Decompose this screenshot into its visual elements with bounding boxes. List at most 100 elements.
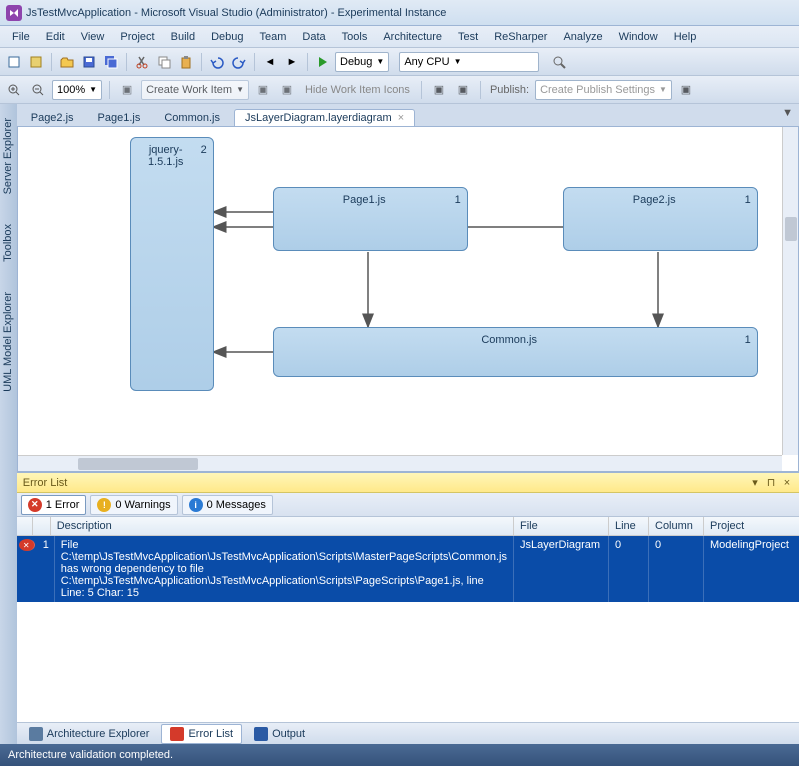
publish-btn1[interactable]: ▣ — [429, 80, 449, 100]
error-list-title: Error List — [23, 477, 745, 489]
publish-label: Publish: — [488, 84, 531, 96]
menu-project[interactable]: Project — [112, 29, 162, 45]
save-all-button[interactable] — [101, 52, 121, 72]
wi-icon-button[interactable]: ▣ — [117, 80, 137, 100]
zoom-dropdown[interactable]: 100% ▼ — [52, 80, 102, 100]
copy-button[interactable] — [154, 52, 174, 72]
diagram-canvas[interactable]: jquery-1.5.1.js 2 Page1.js 1 Page2.js 1 … — [17, 126, 799, 472]
menu-edit[interactable]: Edit — [38, 29, 73, 45]
create-workitem-label: Create Work Item — [146, 84, 232, 96]
menu-architecture[interactable]: Architecture — [375, 29, 450, 45]
chevron-down-icon: ▼ — [376, 57, 384, 66]
layer-page1[interactable]: Page1.js 1 — [273, 187, 468, 251]
menu-window[interactable]: Window — [611, 29, 666, 45]
error-list-grid[interactable]: Description File Line Column Project ✕ 1… — [17, 517, 799, 722]
error-column: 0 — [649, 536, 704, 602]
menu-tools[interactable]: Tools — [334, 29, 376, 45]
tab-page2[interactable]: Page2.js — [21, 110, 84, 126]
error-description: File C:\temp\JsTestMvcApplication\JsTest… — [55, 536, 514, 602]
layer-count: 1 — [745, 194, 751, 244]
tab-dropdown-icon[interactable]: ▼ — [782, 107, 793, 119]
toolbar-main: ◄ ► Debug ▼ Any CPU▼ — [0, 48, 799, 76]
vertical-scrollbar[interactable] — [782, 127, 798, 455]
menu-team[interactable]: Team — [252, 29, 295, 45]
col-line[interactable]: Line — [609, 517, 649, 535]
server-explorer-tab[interactable]: Server Explorer — [0, 112, 16, 200]
warnings-filter-button[interactable]: !0 Warnings — [90, 495, 177, 515]
messages-filter-button[interactable]: i0 Messages — [182, 495, 273, 515]
layer-count: 1 — [455, 194, 461, 244]
wi-btn2[interactable]: ▣ — [253, 80, 273, 100]
menu-help[interactable]: Help — [666, 29, 705, 45]
menu-file[interactable]: File — [4, 29, 38, 45]
redo-button[interactable] — [229, 52, 249, 72]
menu-build[interactable]: Build — [163, 29, 203, 45]
toolbar-secondary: 100% ▼ ▣ Create Work Item ▼ ▣ ▣ Hide Work … — [0, 76, 799, 104]
sidebar-left: Server Explorer Toolbox UML Model Explor… — [0, 104, 17, 744]
layer-label: Page2.js — [570, 194, 739, 244]
window-position-icon[interactable]: ▾ — [749, 477, 761, 489]
start-button[interactable] — [313, 52, 333, 72]
col-description[interactable]: Description — [51, 517, 514, 535]
errors-filter-button[interactable]: ✕1 Error — [21, 495, 87, 515]
warning-icon: ! — [97, 498, 111, 512]
publish-settings-dropdown[interactable]: Create Publish Settings▼ — [535, 80, 672, 100]
uml-model-explorer-tab[interactable]: UML Model Explorer — [0, 286, 16, 398]
find-button[interactable] — [549, 52, 569, 72]
hide-workitem-label[interactable]: Hide Work Item Icons — [301, 84, 414, 96]
layer-label: Page1.js — [280, 194, 449, 244]
paste-button[interactable] — [176, 52, 196, 72]
new-project-button[interactable] — [4, 52, 24, 72]
add-item-button[interactable] — [26, 52, 46, 72]
layer-common[interactable]: Common.js 1 — [273, 327, 758, 377]
undo-button[interactable] — [207, 52, 227, 72]
chevron-down-icon: ▼ — [236, 85, 244, 94]
menu-test[interactable]: Test — [450, 29, 486, 45]
chevron-down-icon: ▼ — [89, 85, 97, 94]
toolbox-tab[interactable]: Toolbox — [0, 218, 16, 268]
layer-count: 1 — [745, 334, 751, 370]
create-workitem-dropdown[interactable]: Create Work Item ▼ — [141, 80, 249, 100]
error-list-header[interactable]: Error List ▾ ⊓ × — [17, 473, 799, 493]
col-project[interactable]: Project — [704, 517, 799, 535]
arch-explorer-tab[interactable]: Architecture Explorer — [21, 725, 158, 743]
bottom-tool-tabs: Architecture Explorer Error List Output — [17, 722, 799, 744]
output-icon — [254, 727, 268, 741]
publish-btn2[interactable]: ▣ — [453, 80, 473, 100]
cut-button[interactable] — [132, 52, 152, 72]
open-button[interactable] — [57, 52, 77, 72]
chevron-down-icon: ▼ — [454, 57, 462, 66]
col-file[interactable]: File — [514, 517, 609, 535]
output-tab[interactable]: Output — [246, 725, 313, 743]
menu-analyze[interactable]: Analyze — [555, 29, 610, 45]
tab-common[interactable]: Common.js — [154, 110, 230, 126]
error-row[interactable]: ✕ 1 File C:\temp\JsTestMvcApplication\Js… — [17, 536, 799, 602]
menu-view[interactable]: View — [73, 29, 113, 45]
pin-icon[interactable]: ⊓ — [765, 477, 777, 489]
publish-action-button[interactable]: ▣ — [676, 80, 696, 100]
config-dropdown[interactable]: Debug ▼ — [335, 52, 389, 72]
menu-data[interactable]: Data — [294, 29, 333, 45]
layer-page2[interactable]: Page2.js 1 — [563, 187, 758, 251]
error-icon: ✕ — [28, 498, 42, 512]
zoom-value: 100% — [57, 84, 85, 96]
layer-jquery[interactable]: jquery-1.5.1.js 2 — [130, 137, 214, 391]
error-list-tab[interactable]: Error List — [161, 724, 242, 744]
zoom-out-button[interactable] — [28, 80, 48, 100]
close-icon[interactable]: × — [781, 477, 793, 489]
document-tabs: Page2.js Page1.js Common.js JsLayerDiagr… — [17, 104, 799, 126]
nav-back-button[interactable]: ◄ — [260, 52, 280, 72]
error-line: 0 — [609, 536, 649, 602]
tab-page1[interactable]: Page1.js — [88, 110, 151, 126]
wi-btn3[interactable]: ▣ — [277, 80, 297, 100]
horizontal-scrollbar[interactable] — [18, 455, 782, 471]
menu-resharper[interactable]: ReSharper — [486, 29, 555, 45]
menu-debug[interactable]: Debug — [203, 29, 251, 45]
tab-layerdiagram[interactable]: JsLayerDiagram.layerdiagram — [234, 109, 415, 127]
config-label: Debug — [340, 56, 372, 68]
col-column[interactable]: Column — [649, 517, 704, 535]
platform-dropdown[interactable]: Any CPU▼ — [399, 52, 539, 72]
nav-fwd-button[interactable]: ► — [282, 52, 302, 72]
save-button[interactable] — [79, 52, 99, 72]
zoom-in-button[interactable] — [4, 80, 24, 100]
